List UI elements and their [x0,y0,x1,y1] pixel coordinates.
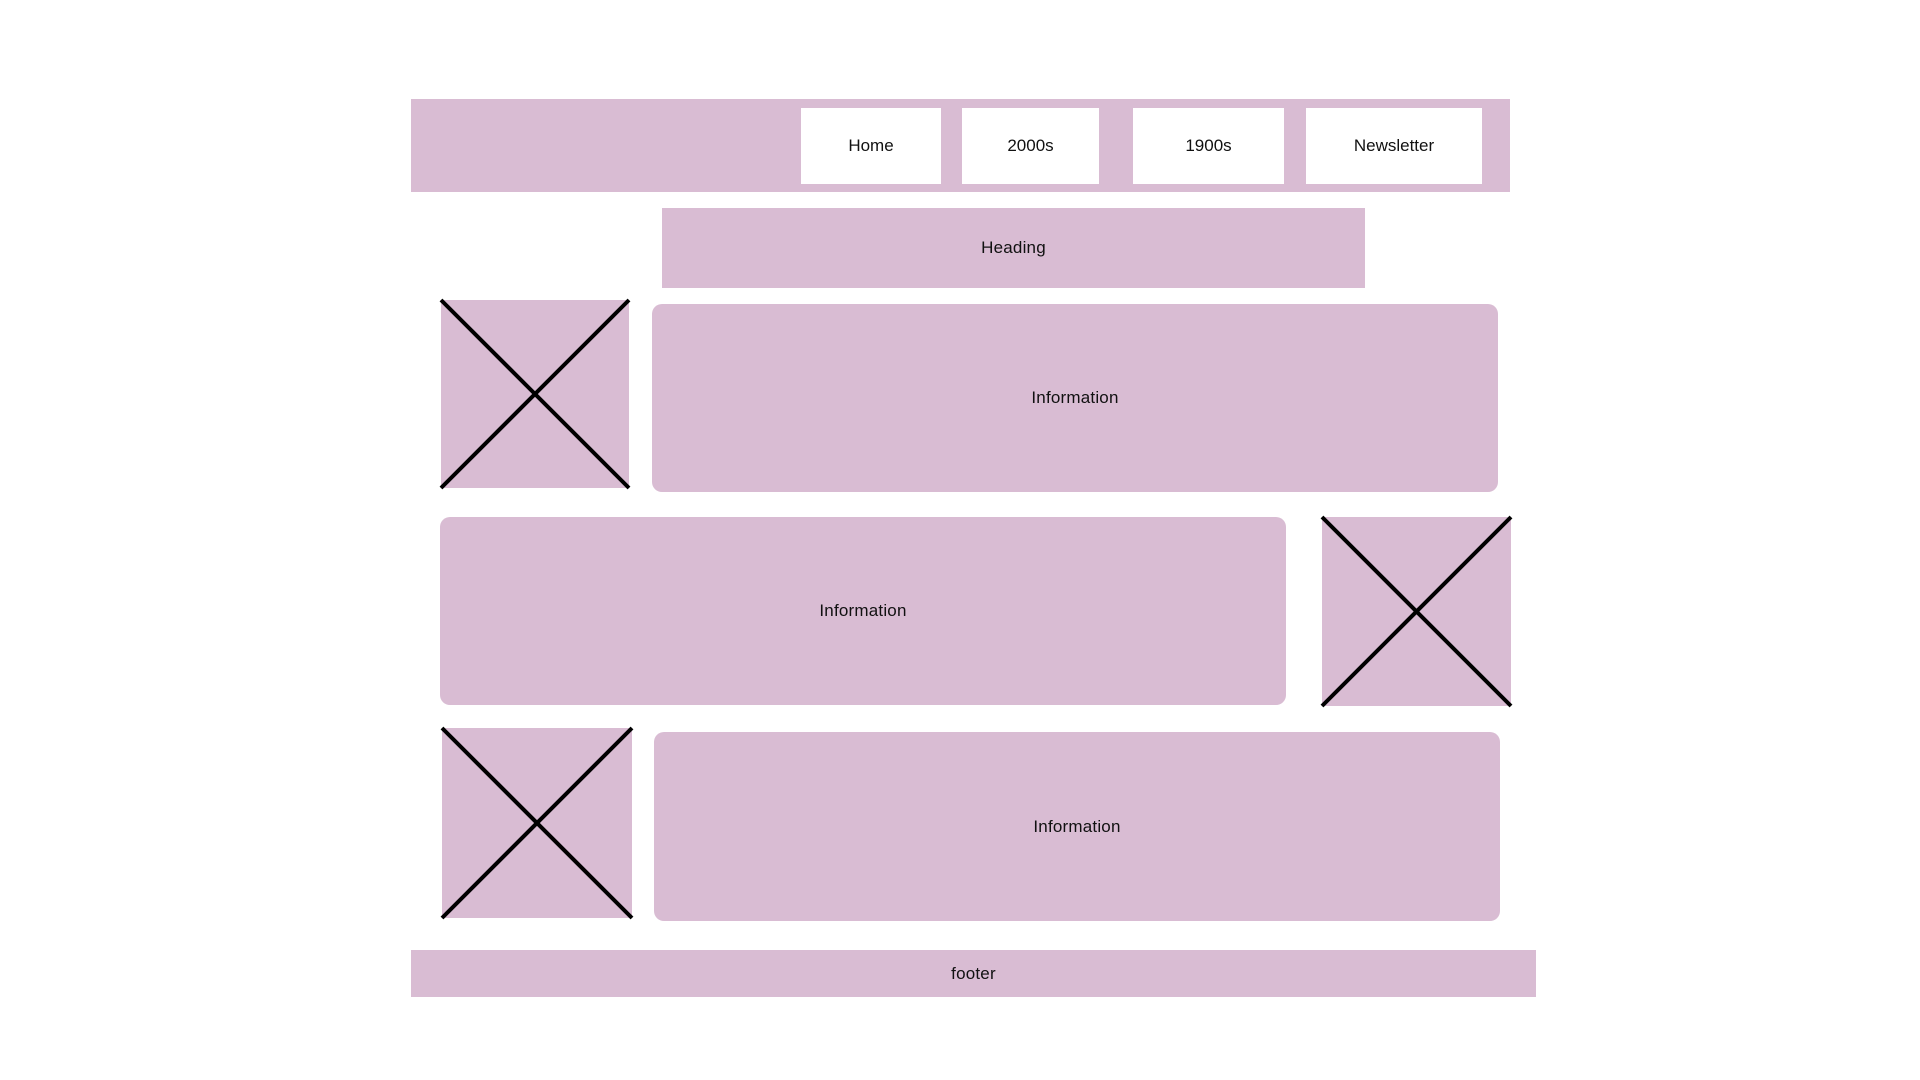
footer-bar: footer [411,950,1536,997]
image-placeholder-3 [440,726,634,920]
information-label-2: Information [819,601,907,620]
nav-home-label: Home [848,136,894,155]
image-placeholder-2 [1320,515,1513,708]
image-placeholder-icon [439,298,631,490]
nav-2000s-label: 2000s [1007,136,1054,155]
information-block-2: Information [440,517,1286,705]
nav-home-button[interactable]: Home [801,108,941,184]
nav-newsletter-button[interactable]: Newsletter [1306,108,1482,184]
image-placeholder-icon [440,726,634,920]
footer-label: footer [951,963,996,983]
nav-1900s-label: 1900s [1185,136,1232,155]
image-placeholder-icon [1320,515,1513,708]
information-label-1: Information [1031,388,1119,407]
nav-2000s-button[interactable]: 2000s [962,108,1099,184]
information-block-3: Information [654,732,1500,921]
nav-newsletter-label: Newsletter [1353,136,1435,155]
information-block-1: Information [652,304,1498,492]
image-placeholder-1 [439,298,631,490]
wireframe-canvas: Home 2000s 1900s Newsletter Heading Info… [0,0,1920,1080]
information-label-3: Information [1033,816,1121,836]
heading-label: Heading [981,238,1046,257]
nav-1900s-button[interactable]: 1900s [1133,108,1284,184]
heading-block: Heading [662,208,1365,288]
